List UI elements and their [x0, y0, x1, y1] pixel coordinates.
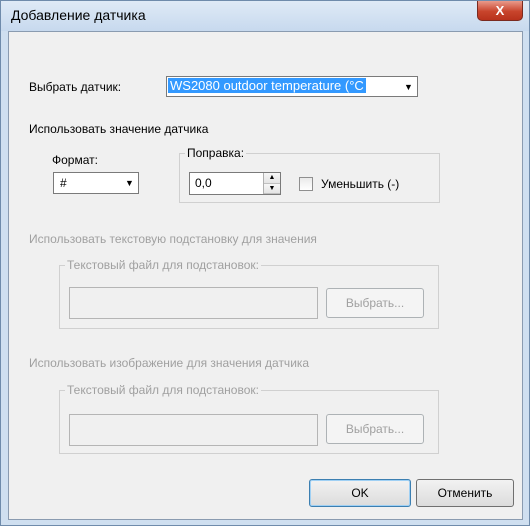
format-select[interactable]: # ▼ [53, 172, 139, 194]
text-section-title: Использовать текстовую подстановку для з… [29, 232, 317, 246]
image-browse-label: Выбрать... [345, 422, 405, 436]
cancel-button[interactable]: Отменить [416, 479, 514, 507]
value-section-title: Использовать значение датчика [29, 122, 209, 136]
cancel-label: Отменить [437, 486, 493, 500]
format-label: Формат: [52, 153, 98, 167]
dialog-body: Выбрать датчик: WS2080 outdoor temperatu… [8, 31, 523, 520]
text-browse-label: Выбрать... [345, 296, 405, 310]
ok-label: OK [351, 486, 369, 500]
spin-up-icon[interactable]: ▲ [264, 173, 280, 184]
ok-button[interactable]: OK [309, 479, 411, 507]
sensor-select[interactable]: WS2080 outdoor temperature (°C ▼ [166, 76, 418, 97]
image-file-field[interactable] [69, 414, 318, 446]
decrease-checkbox[interactable] [299, 177, 313, 191]
image-section-title: Использовать изображение для значения да… [29, 356, 310, 370]
sensor-selected-value: WS2080 outdoor temperature (°C [168, 78, 366, 93]
spin-down-icon[interactable]: ▼ [264, 183, 280, 194]
text-browse-button[interactable]: Выбрать... [326, 288, 424, 318]
window-title: Добавление датчика [11, 7, 146, 23]
correction-value: 0,0 [195, 176, 212, 190]
chevron-down-icon[interactable]: ▼ [122, 174, 137, 192]
correction-label: Поправка: [185, 146, 247, 160]
text-file-field[interactable] [69, 287, 318, 319]
decrease-label[interactable]: Уменьшить (-) [321, 177, 399, 191]
close-icon: X [495, 3, 505, 18]
dialog-window: Добавление датчика X Выбрать датчик: WS2… [0, 0, 530, 526]
chevron-down-icon[interactable]: ▼ [401, 78, 416, 95]
correction-spinner[interactable]: 0,0 ▲ ▼ [189, 172, 281, 195]
close-button[interactable]: X [477, 1, 523, 21]
text-file-group-label: Текстовый файл для подстановок: [65, 258, 261, 272]
format-value: # [60, 176, 67, 190]
sensor-label: Выбрать датчик: [29, 80, 122, 94]
image-browse-button[interactable]: Выбрать... [326, 414, 424, 444]
image-file-group-label: Текстовый файл для подстановок: [65, 383, 261, 397]
title-bar: Добавление датчика X [1, 1, 529, 31]
